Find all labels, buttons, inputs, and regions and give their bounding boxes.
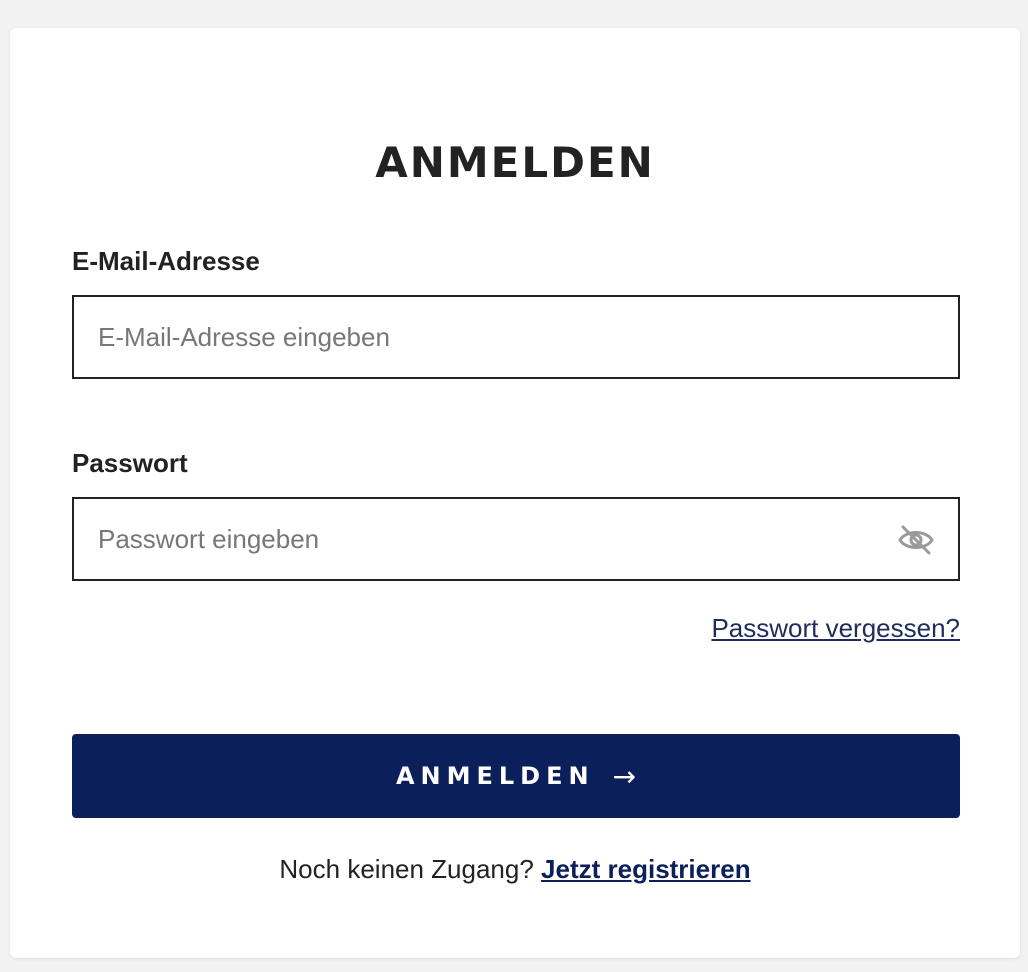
email-input[interactable] — [74, 297, 958, 377]
login-submit-button[interactable]: ANMELDEN → — [72, 734, 960, 818]
eye-off-icon[interactable] — [896, 523, 936, 557]
register-prompt-text: Noch keinen Zugang? — [279, 854, 534, 884]
password-label: Passwort — [72, 448, 188, 478]
register-prompt: Noch keinen Zugang? Jetzt registrieren — [10, 854, 1020, 885]
password-field-box[interactable] — [72, 497, 960, 581]
password-input[interactable] — [74, 499, 958, 579]
login-card: ANMELDEN E-Mail-Adresse Passwort Passwor… — [10, 28, 1020, 958]
arrow-right-icon: → — [612, 759, 637, 793]
submit-button-label: ANMELDEN — [395, 762, 595, 790]
email-label: E-Mail-Adresse — [72, 246, 260, 276]
forgot-password-link[interactable]: Passwort vergessen? — [711, 613, 960, 644]
email-field-box[interactable] — [72, 295, 960, 379]
register-link[interactable]: Jetzt registrieren — [541, 854, 751, 884]
page-title: ANMELDEN — [375, 138, 655, 187]
